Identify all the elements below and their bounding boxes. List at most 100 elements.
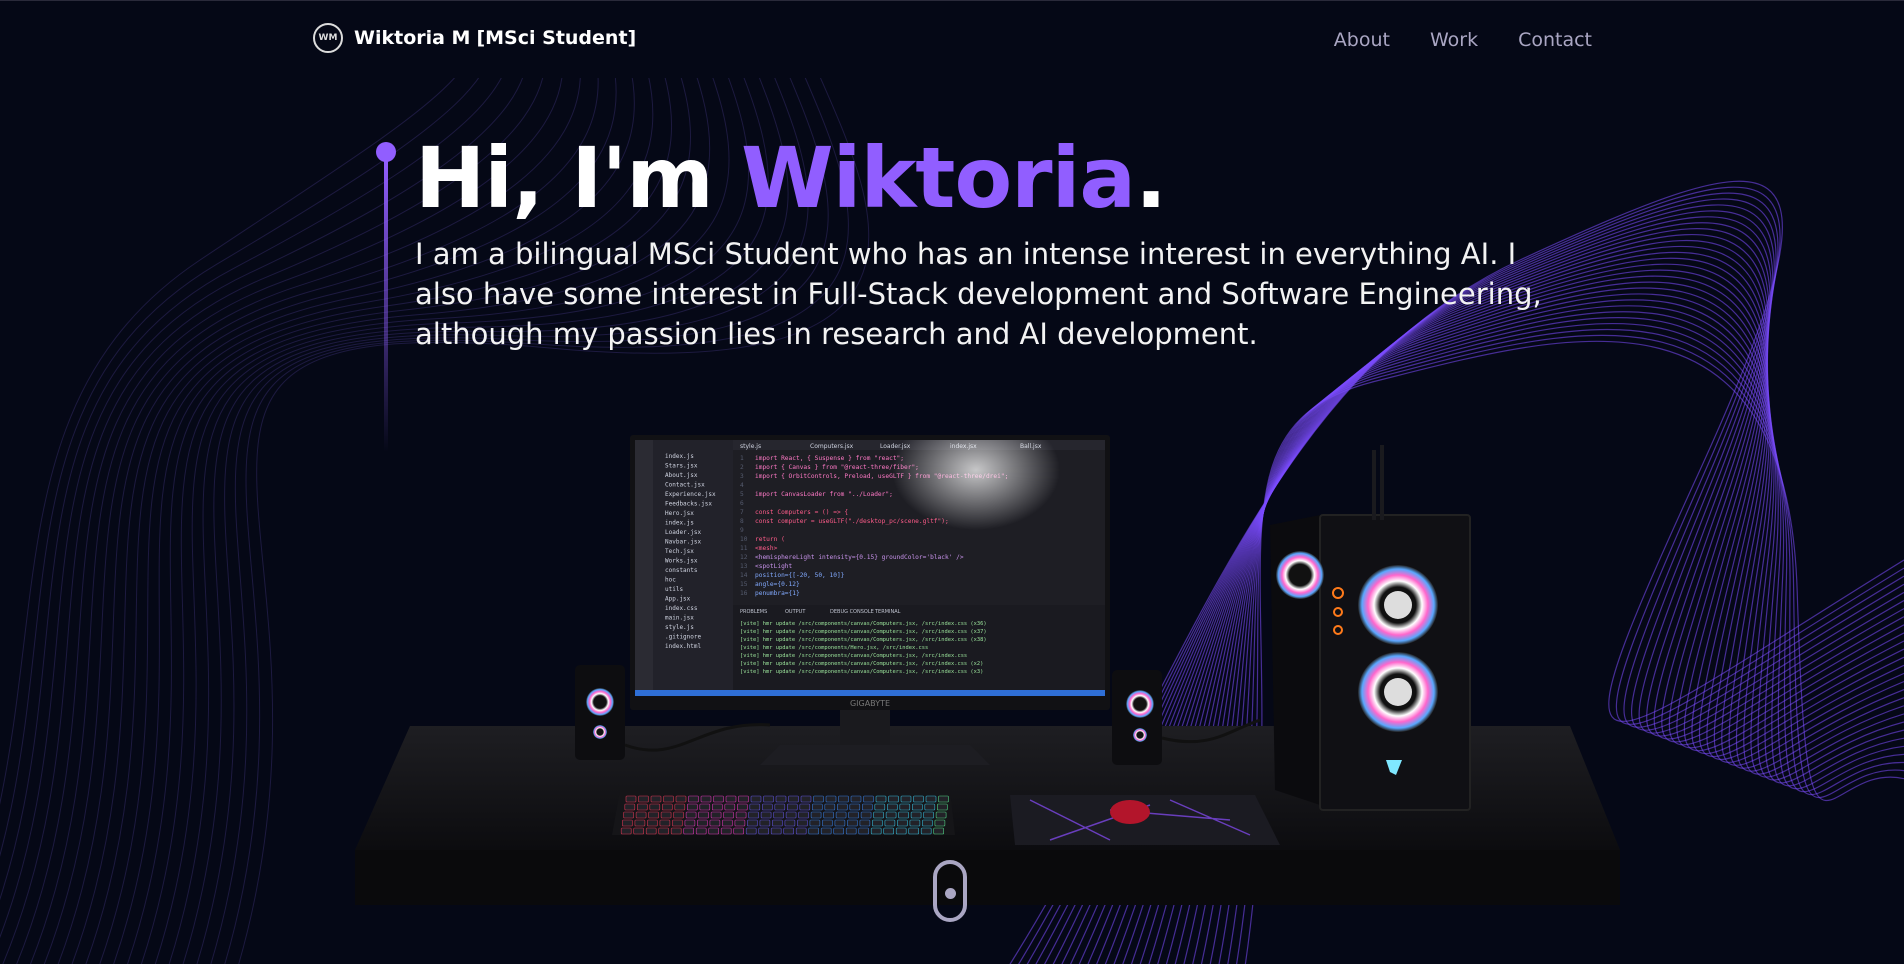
keyboard-key <box>922 819 933 827</box>
code-line-number: 5 <box>740 491 744 498</box>
keyboard-key <box>860 811 872 819</box>
explorer-file[interactable]: Works.jsx <box>665 558 698 565</box>
hero-period: . <box>1135 129 1167 227</box>
keyboard-key <box>848 811 859 819</box>
keyboard-key <box>763 795 774 803</box>
explorer-file[interactable]: Loader.jsx <box>665 529 702 536</box>
keyboard-key <box>797 819 808 827</box>
nav-link-work[interactable]: Work <box>1430 29 1478 51</box>
keyboard-key <box>748 811 759 819</box>
keyboard-key <box>773 811 784 819</box>
accent-dot <box>376 142 396 162</box>
terminal-line: [vite] hmr update /src/components/Hero.j… <box>740 645 928 651</box>
pc-fan-side <box>1276 551 1324 599</box>
mouse <box>1110 800 1150 824</box>
explorer-file[interactable]: index.css <box>665 605 698 612</box>
nav-links: About Work Contact <box>1334 29 1592 51</box>
keyboard-key <box>736 803 748 811</box>
scroll-down-indicator[interactable] <box>933 860 967 922</box>
keyboard-key <box>620 827 632 835</box>
keyboard-key <box>738 795 749 803</box>
keyboard-key <box>899 803 911 811</box>
keyboard-key <box>663 795 674 803</box>
explorer-file[interactable]: Feedbacks.jsx <box>665 501 712 508</box>
explorer-file[interactable]: Hero.jsx <box>665 510 694 517</box>
explorer-file[interactable]: style.js <box>665 624 694 631</box>
explorer-file[interactable]: main.jsx <box>665 615 694 622</box>
editor-status-bar <box>635 690 1105 696</box>
keyboard-key <box>734 819 746 827</box>
nav-link-about[interactable]: About <box>1334 29 1390 51</box>
right-speaker-ring-small <box>1133 728 1147 742</box>
keyboard-key <box>698 811 709 819</box>
monitor-stand-neck <box>840 705 890 745</box>
code-line: penumbra={1} <box>755 590 800 597</box>
code-line: return ( <box>755 536 785 543</box>
keyboard-key <box>658 827 670 835</box>
keyboard-key <box>713 795 724 803</box>
left-speaker-ring <box>586 688 614 716</box>
explorer-file[interactable]: utils <box>665 586 683 593</box>
keyboard-key <box>800 795 812 803</box>
brand-home-link[interactable]: WM Wiktoria M [MSci Student] <box>313 23 636 53</box>
panel-tab[interactable]: OUTPUT <box>785 609 806 615</box>
explorer-file[interactable]: App.jsx <box>665 596 691 603</box>
code-line-number: 11 <box>740 545 748 552</box>
explorer-file[interactable]: index.js <box>665 453 694 460</box>
keyboard-key <box>661 803 673 811</box>
keyboard-key <box>638 795 649 803</box>
panel-tab[interactable]: TERMINAL <box>874 609 901 615</box>
explorer-file[interactable]: .gitignore <box>665 634 702 641</box>
keyboard-key <box>858 827 870 835</box>
keyboard-key <box>750 795 762 803</box>
keyboard-key <box>849 803 861 811</box>
terminal-line: [vite] hmr update /src/components/canvas… <box>740 653 967 659</box>
keyboard-key <box>624 803 636 811</box>
explorer-file[interactable]: Stars.jsx <box>665 463 698 470</box>
desktop-pc-scene[interactable]: index.js Stars.jsx About.jsx Contact.jsx Exp… <box>350 420 1630 920</box>
keyboard-key <box>824 803 836 811</box>
keyboard-key <box>924 803 936 811</box>
editor-tab[interactable]: Computers.jsx <box>810 443 854 450</box>
keyboard-key <box>836 803 848 811</box>
explorer-file[interactable]: Tech.jsx <box>665 548 694 555</box>
explorer-file[interactable]: Contact.jsx <box>665 482 705 489</box>
keyboard-key <box>770 827 782 835</box>
editor-tab[interactable]: style.js <box>740 443 761 450</box>
keyboard-key <box>913 795 924 803</box>
keyboard-key <box>724 803 736 811</box>
explorer-file[interactable]: index.js <box>665 520 694 527</box>
explorer-file[interactable]: Navbar.jsx <box>665 539 702 546</box>
keyboard-key <box>636 803 648 811</box>
code-line-number: 3 <box>740 473 744 480</box>
keyboard-key <box>645 827 657 835</box>
explorer-file[interactable]: hoc <box>665 577 676 584</box>
keyboard-key <box>838 795 849 803</box>
navbar: WM Wiktoria M [MSci Student] About Work … <box>0 0 1904 78</box>
nav-link-contact[interactable]: Contact <box>1518 29 1592 51</box>
keyboard-key <box>874 803 886 811</box>
keyboard-key <box>934 819 946 827</box>
panel-tab[interactable]: DEBUG CONSOLE <box>830 609 874 615</box>
code-line: angle={0.12} <box>755 581 800 588</box>
panel-tab[interactable]: PROBLEMS <box>740 609 767 615</box>
keyboard-key <box>684 819 696 827</box>
keyboard-key <box>759 819 771 827</box>
keyboard-key <box>711 803 723 811</box>
explorer-file[interactable]: About.jsx <box>665 472 698 479</box>
keyboard-key <box>875 795 887 803</box>
keyboard-key <box>775 795 787 803</box>
keyboard-key <box>720 827 732 835</box>
keyboard-key <box>835 811 847 819</box>
hero-greeting: Hi, I'm <box>415 129 741 227</box>
left-speaker-ring-small <box>593 725 607 739</box>
terminal-line: [vite] hmr update /src/components/canvas… <box>740 637 987 643</box>
keyboard-key <box>859 819 871 827</box>
code-line-number: 9 <box>740 527 744 534</box>
explorer-file[interactable]: Experience.jsx <box>665 491 716 498</box>
mousepad <box>1010 795 1280 845</box>
explorer-file[interactable]: index.html <box>665 643 702 650</box>
explorer-file[interactable]: constants <box>665 567 698 574</box>
keyboard-key <box>633 827 645 835</box>
editor-activity-bar <box>635 440 653 695</box>
